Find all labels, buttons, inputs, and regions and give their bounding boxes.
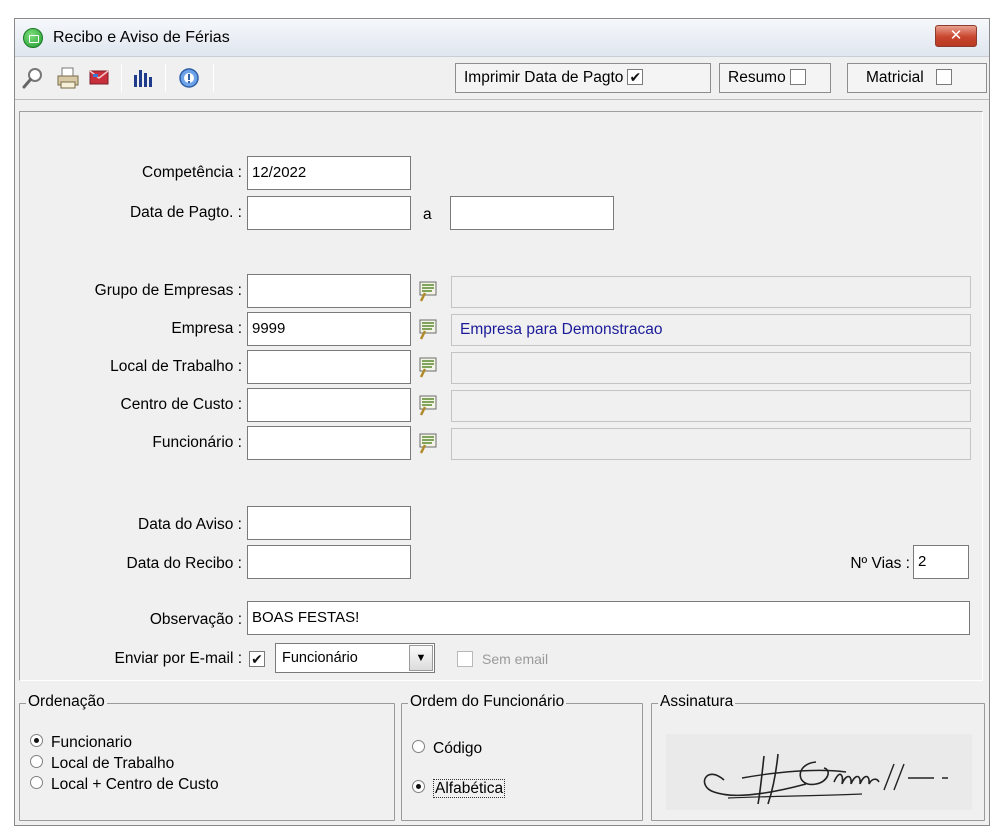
radio-unselected[interactable] (412, 740, 425, 754)
ordenacao-legend: Ordenação (26, 693, 107, 711)
funcionario-code-input[interactable] (247, 426, 411, 460)
matricial-label: Matricial (866, 69, 924, 86)
signature-image (666, 734, 972, 810)
enviar-email-label: Enviar por E-mail : (114, 650, 242, 667)
lookup-icon[interactable] (417, 355, 441, 379)
info-icon[interactable] (177, 66, 201, 90)
lookup-icon[interactable] (417, 431, 441, 455)
data-recibo-label: Data do Recibo : (126, 555, 242, 572)
enviar-email-select[interactable]: Funcionário ▼ (275, 643, 435, 673)
lookup-icon[interactable] (417, 317, 441, 341)
observacao-input[interactable]: BOAS FESTAS! (247, 601, 970, 635)
app-icon (23, 28, 43, 48)
assinatura-legend: Assinatura (658, 693, 736, 711)
ordenacao-group: Ordenação Funcionario Local de Trabalho … (19, 693, 395, 821)
resumo-label: Resumo (728, 69, 786, 86)
ordem-funcionario-legend: Ordem do Funcionário (408, 693, 567, 711)
ordem-option-label: Alfabética (433, 779, 506, 798)
data-recibo-input[interactable] (247, 545, 411, 579)
data-aviso-label: Data do Aviso : (138, 516, 242, 533)
toolbar: Imprimir Data de Pagto ✔ Resumo Matricial (15, 58, 989, 100)
ordenacao-option-local-trabalho[interactable]: Local de Trabalho (30, 755, 174, 773)
ordenacao-option-label: Local + Centro de Custo (51, 776, 219, 793)
sem-email-checkbox (457, 651, 473, 667)
empresa-label: Empresa : (171, 320, 242, 337)
window: Recibo e Aviso de Férias ✕ Imprimir Data… (14, 18, 990, 826)
chart-icon[interactable] (131, 66, 155, 90)
ordenacao-option-label: Local de Trabalho (51, 755, 175, 772)
ordem-option-alfabetica[interactable]: Alfabética (412, 779, 506, 798)
assinatura-group: Assinatura (651, 693, 985, 821)
radio-unselected[interactable] (30, 776, 43, 790)
ordenacao-option-local-centro-custo[interactable]: Local + Centro de Custo (30, 776, 219, 794)
empresa-name: Empresa para Demonstracao (451, 314, 971, 346)
lookup-icon[interactable] (417, 279, 441, 303)
centro-custo-name (451, 390, 971, 422)
data-pagto-to-input[interactable] (450, 196, 614, 230)
competencia-input[interactable]: 12/2022 (247, 156, 411, 190)
centro-custo-code-input[interactable] (247, 388, 411, 422)
observacao-label: Observação : (149, 611, 242, 628)
matricial-option[interactable]: Matricial (847, 63, 987, 93)
search-icon[interactable] (21, 66, 45, 90)
ordem-option-label: Código (433, 740, 483, 757)
ordem-funcionario-group: Ordem do Funcionário Código Alfabética (401, 693, 643, 821)
lookup-icon[interactable] (417, 393, 441, 417)
data-aviso-input[interactable] (247, 506, 411, 540)
grupo-empresas-code-input[interactable] (247, 274, 411, 308)
matricial-checkbox[interactable] (935, 68, 952, 85)
resumo-checkbox[interactable] (789, 68, 806, 85)
form-panel: Competência : 12/2022 Data de Pagto. : a… (19, 111, 983, 681)
grupo-empresas-label: Grupo de Empresas : (94, 282, 242, 299)
radio-unselected[interactable] (30, 755, 43, 769)
local-trabalho-label: Local de Trabalho : (110, 358, 242, 375)
local-trabalho-name (451, 352, 971, 384)
ordem-option-codigo[interactable]: Código (412, 740, 482, 758)
enviar-email-select-value: Funcionário (282, 650, 358, 666)
local-trabalho-code-input[interactable] (247, 350, 411, 384)
grupo-empresas-name (451, 276, 971, 308)
title-bar: Recibo e Aviso de Férias ✕ (15, 19, 989, 57)
funcionario-name (451, 428, 971, 460)
print-icon[interactable] (55, 66, 79, 90)
radio-selected[interactable] (30, 734, 43, 748)
radio-selected[interactable] (412, 780, 425, 794)
window-title: Recibo e Aviso de Férias (53, 29, 230, 46)
data-pagto-from-input[interactable] (247, 196, 411, 230)
imprimir-data-pagto-option[interactable]: Imprimir Data de Pagto ✔ (455, 63, 711, 93)
ordenacao-option-label: Funcionario (51, 734, 132, 751)
email-icon[interactable] (87, 66, 111, 90)
close-button[interactable]: ✕ (935, 25, 977, 47)
ordenacao-option-funcionario[interactable]: Funcionario (30, 734, 132, 752)
imprimir-data-pagto-label: Imprimir Data de Pagto (464, 69, 624, 86)
vias-label: Nº Vias : (850, 555, 910, 572)
vias-input[interactable]: 2 (913, 545, 969, 579)
chevron-down-icon[interactable]: ▼ (409, 645, 433, 671)
empresa-code-input[interactable]: 9999 (247, 312, 411, 346)
data-pagto-label: Data de Pagto. : (129, 204, 242, 221)
funcionario-label: Funcionário : (152, 434, 242, 451)
imprimir-data-pagto-checkbox[interactable]: ✔ (627, 68, 644, 85)
enviar-email-checkbox[interactable]: ✔ (249, 651, 265, 667)
resumo-option[interactable]: Resumo (719, 63, 831, 93)
sem-email-label: Sem email (482, 651, 549, 667)
centro-custo-label: Centro de Custo : (120, 396, 242, 413)
data-pagto-separator: a (423, 206, 432, 223)
competencia-label: Competência : (142, 164, 242, 181)
